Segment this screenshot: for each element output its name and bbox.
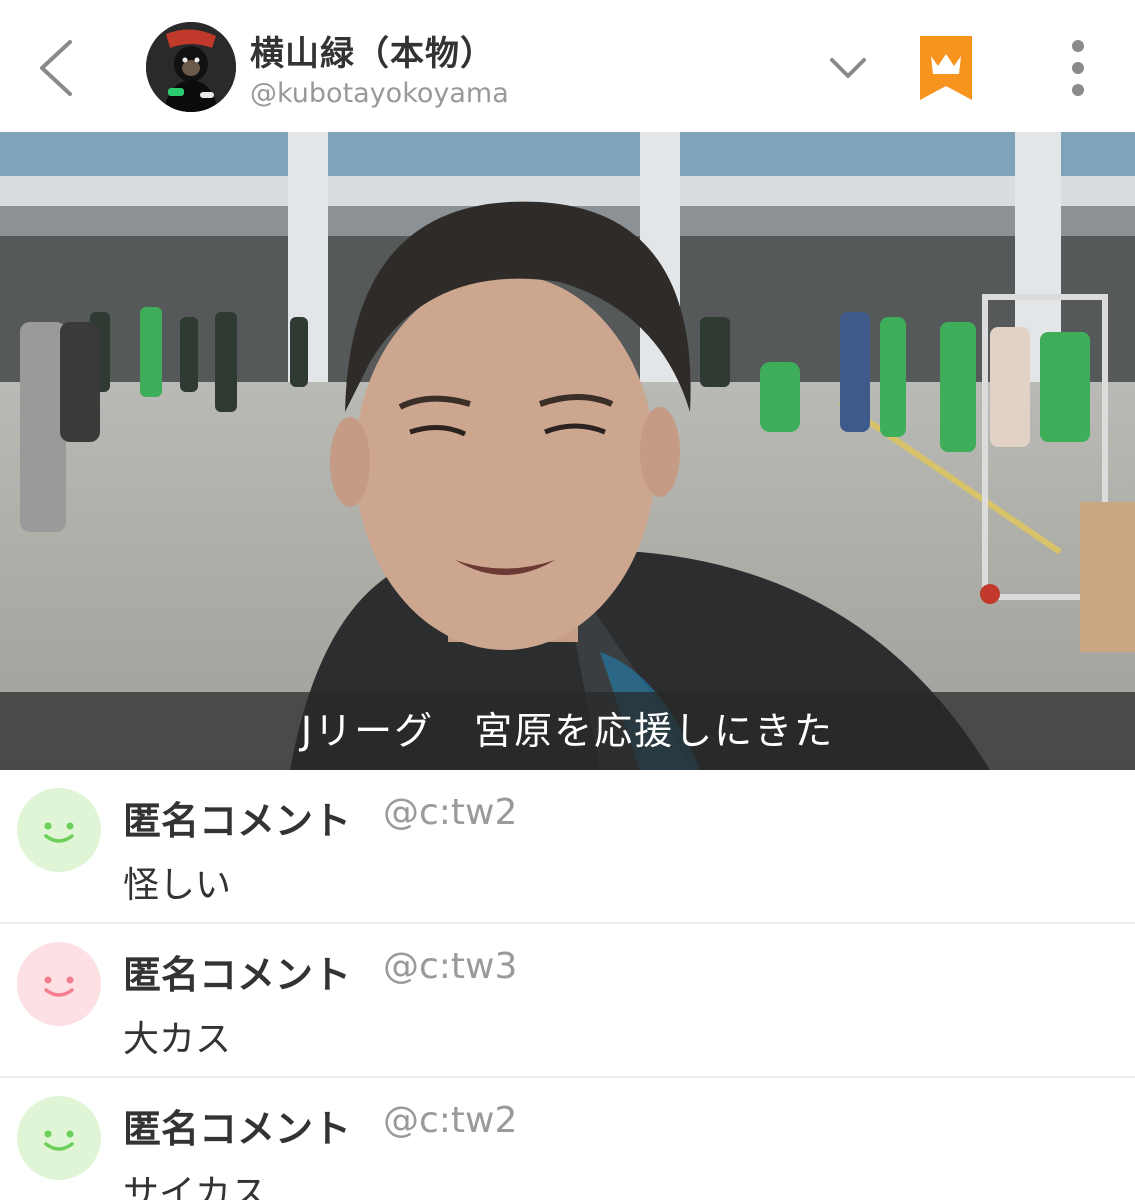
- comment-item[interactable]: 匿名コメント @c:tw2 怪しい: [0, 770, 1135, 924]
- account-handle: @kubotayokoyama: [250, 78, 509, 109]
- account-title: 横山緑（本物）: [250, 34, 495, 74]
- crown-bookmark-icon: [920, 36, 972, 100]
- more-vertical-icon: [1072, 40, 1084, 96]
- comment-author-name: 匿名コメント: [123, 799, 352, 843]
- gorilla-avatar-image: [146, 22, 236, 112]
- comment-item[interactable]: 匿名コメント @c:tw3 大カス: [0, 924, 1135, 1078]
- chevron-left-icon: [40, 40, 72, 96]
- comment-author-name: 匿名コメント: [123, 1107, 352, 1151]
- subtitle-bar: Jリーグ 宮原を応援しにきた: [0, 692, 1135, 770]
- comment-avatar[interactable]: [17, 942, 101, 1026]
- video-player[interactable]: Jリーグ 宮原を応援しにきた: [0, 132, 1135, 770]
- comment-author-name: 匿名コメント: [123, 953, 352, 997]
- smiley-icon: [44, 822, 74, 843]
- profile-avatar[interactable]: [146, 22, 236, 112]
- comment-text: 怪しい: [123, 865, 232, 906]
- comment-text: 大カス: [123, 1019, 232, 1060]
- comment-author-id: @c:tw2: [383, 792, 518, 833]
- app-header: 横山緑（本物） @kubotayokoyama: [0, 0, 1135, 132]
- back-button[interactable]: [30, 36, 86, 100]
- chevron-down-icon: [830, 58, 866, 78]
- comment-text: サイカス: [123, 1173, 268, 1200]
- comment-avatar[interactable]: [17, 1096, 101, 1180]
- comment-list: 匿名コメント @c:tw2 怪しい 匿名コメント @c:tw3 大カス 匿名コメ…: [0, 770, 1135, 1200]
- subtitle-text: Jリーグ 宮原を応援しにきた: [300, 709, 835, 753]
- smiley-icon: [44, 1130, 74, 1151]
- comment-avatar[interactable]: [17, 788, 101, 872]
- smiley-icon: [44, 976, 74, 997]
- comment-author-id: @c:tw3: [383, 946, 518, 987]
- comment-item[interactable]: 匿名コメント @c:tw2 サイカス: [0, 1078, 1135, 1200]
- video-frame-image: [0, 132, 1135, 770]
- comment-author-id: @c:tw2: [383, 1100, 518, 1141]
- dropdown-button[interactable]: [826, 50, 870, 86]
- more-options-button[interactable]: [1060, 38, 1096, 98]
- crown-bookmark-button[interactable]: [920, 36, 972, 100]
